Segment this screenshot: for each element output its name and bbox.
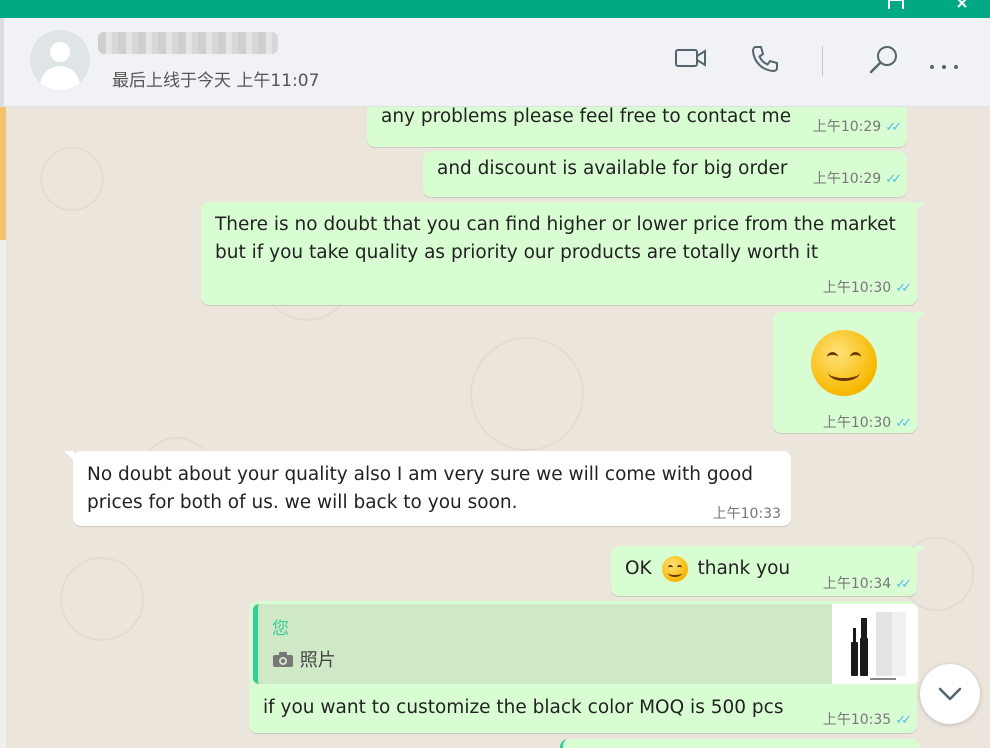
message-text-line: prices for both of us. we will back to y… [87, 492, 518, 513]
scroll-to-bottom-button[interactable] [920, 664, 980, 724]
message-text: OK thank you [625, 555, 790, 583]
header-divider [822, 46, 823, 76]
quoted-message[interactable]: 您 照片 [253, 604, 918, 684]
contact-name-redacted[interactable] [98, 32, 278, 54]
video-call-icon[interactable] [674, 44, 708, 76]
outgoing-message[interactable]: OK thank you 上午10:34 ✓✓ [611, 546, 925, 596]
message-time: 上午10:34 [822, 576, 892, 592]
window-title-bar [0, 0, 990, 18]
outgoing-message[interactable]: and discount is available for big order … [423, 151, 907, 197]
bubble-tail [64, 451, 74, 461]
message-text-line: but if you take quality as priority our … [215, 242, 819, 263]
quoted-author: 您 [272, 619, 289, 639]
message-time: 上午10:30 [822, 415, 892, 431]
message-meta: 上午10:29 ✓✓ [812, 116, 902, 136]
read-ticks-icon: ✓✓ [885, 120, 902, 135]
read-ticks-icon: ✓✓ [895, 281, 912, 296]
bubble-tail [915, 202, 925, 212]
outgoing-reply-message[interactable]: 您 照片 if you want to customize the black [249, 601, 918, 733]
camera-icon [273, 652, 293, 667]
outgoing-message[interactable]: There is no doubt that you can find high… [201, 202, 925, 305]
chat-header: 最后上线于今天 上午11:07 [0, 18, 990, 107]
quoted-image-thumbnail[interactable] [832, 604, 918, 684]
bubble-tail [915, 312, 925, 322]
message-time: 上午10:29 [812, 119, 882, 135]
voice-call-icon[interactable] [750, 44, 780, 78]
more-options-icon[interactable] [928, 56, 960, 75]
message-text-line: There is no doubt that you can find high… [215, 214, 896, 235]
message-time: 上午10:29 [812, 171, 882, 187]
incoming-message[interactable]: No doubt about your quality also I am ve… [64, 451, 791, 526]
message-text-line: No doubt about your quality also I am ve… [87, 464, 753, 485]
message-text: if you want to customize the black color… [263, 697, 784, 718]
smiling-face-emoji [811, 330, 877, 396]
message-text: and discount is available for big order [437, 158, 788, 179]
message-meta: 上午10:34 ✓✓ [822, 573, 912, 593]
quoted-content-type: 照片 [272, 646, 336, 672]
message-meta: 上午10:30 ✓✓ [822, 412, 912, 432]
message-meta: 上午10:30 ✓✓ [822, 277, 912, 297]
chevron-down-icon [938, 687, 962, 701]
smiling-face-emoji [661, 556, 688, 582]
outgoing-emoji-message[interactable]: 上午10:30 ✓✓ [773, 312, 925, 433]
maximize-icon[interactable] [888, 0, 904, 12]
sidebar-edge-highlight [0, 107, 6, 240]
message-time: 上午10:33 [712, 506, 781, 522]
message-time: 上午10:30 [822, 280, 892, 296]
last-seen-status: 最后上线于今天 上午11:07 [112, 71, 320, 91]
message-text: any problems please feel free to contact… [381, 107, 792, 127]
avatar[interactable] [30, 30, 90, 90]
conversation-panel[interactable]: any problems please feel free to contact… [0, 107, 990, 748]
message-text-part: OK [625, 558, 652, 579]
close-icon[interactable] [956, 0, 972, 12]
read-ticks-icon: ✓✓ [895, 416, 912, 431]
outgoing-message-partial[interactable] [560, 739, 920, 748]
sidebar-edge [0, 18, 4, 106]
message-meta: 上午10:35 ✓✓ [822, 709, 912, 729]
read-ticks-icon: ✓✓ [885, 172, 902, 187]
bubble-tail [915, 546, 925, 556]
message-meta: 上午10:29 ✓✓ [812, 168, 902, 188]
message-time: 上午10:35 [822, 712, 892, 728]
outgoing-message[interactable]: any problems please feel free to contact… [367, 107, 907, 147]
message-text-part: thank you [697, 558, 791, 579]
quoted-type-label: 照片 [299, 650, 336, 671]
sidebar-edge [0, 240, 6, 748]
read-ticks-icon: ✓✓ [895, 713, 912, 728]
message-meta: 上午10:33 [713, 503, 781, 523]
search-icon[interactable] [868, 44, 900, 80]
read-ticks-icon: ✓✓ [895, 577, 912, 592]
